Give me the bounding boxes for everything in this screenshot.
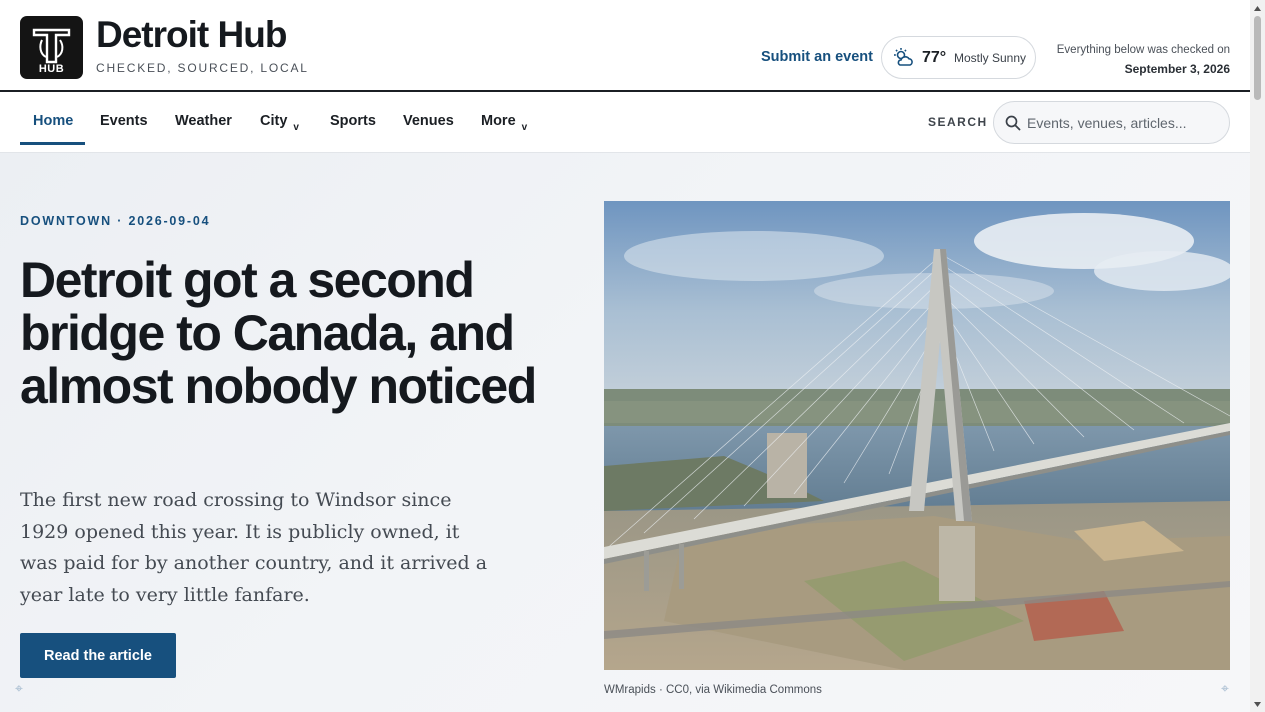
nav-item-label: Home <box>33 113 74 129</box>
hero-section: DOWNTOWN · 2026-09-04 Detroit got a seco… <box>0 153 1250 712</box>
logo-text: HUB <box>38 63 65 75</box>
image-credit: WMrapids · CC0, via Wikimedia Commons <box>604 684 822 696</box>
active-nav-indicator <box>20 142 85 145</box>
nav-item-label: Events <box>100 113 148 129</box>
verification-note: Everything below was checked on Septembe… <box>1057 41 1230 79</box>
weather-widget[interactable]: 77° Mostly Sunny <box>881 36 1036 79</box>
nav-item-weather[interactable]: Weather <box>175 113 232 129</box>
submit-event-link[interactable]: Submit an event <box>761 49 873 65</box>
nav-item-label: City <box>260 113 288 129</box>
nav-item-home[interactable]: Home <box>33 113 73 129</box>
scroll-up-arrow-icon[interactable] <box>1253 4 1262 13</box>
crosshair-decoration-icon: ⌖ <box>15 680 23 696</box>
verification-date: September 3, 2026 <box>1124 62 1230 76</box>
site-header: HUB Detroit Hub CHECKED, SOURCED, LOCAL … <box>0 0 1250 92</box>
partly-sunny-icon <box>894 48 913 66</box>
search-field[interactable] <box>993 101 1230 144</box>
site-logo[interactable]: HUB <box>20 16 83 79</box>
nav-item-sports[interactable]: Sports <box>330 113 376 129</box>
nav-item-label: More <box>481 113 516 129</box>
search-label: SEARCH <box>928 115 988 129</box>
search-icon <box>1005 115 1021 131</box>
crosshair-decoration-icon: ⌖ <box>1221 680 1229 696</box>
nav-item-label: Weather <box>175 113 232 129</box>
article-dek: The first new road crossing to Windsor s… <box>20 489 488 606</box>
article-kicker: DOWNTOWN · 2026-09-04 <box>20 214 211 228</box>
bridge-photo <box>604 201 1230 670</box>
weather-temperature: 77° <box>922 49 947 66</box>
verification-label: Everything below was checked on <box>1056 44 1230 56</box>
chevron-down-icon: v <box>293 122 299 133</box>
read-article-button[interactable]: Read the article <box>20 633 176 678</box>
nav-item-more[interactable]: More v <box>481 113 527 133</box>
nav-item-events[interactable]: Events <box>100 113 148 129</box>
search-input[interactable] <box>1027 113 1222 133</box>
nav-item-city[interactable]: City v <box>260 113 299 133</box>
weather-condition: Mostly Sunny <box>954 51 1027 65</box>
page-scrollbar[interactable] <box>1250 0 1265 712</box>
main-nav: Home Events Weather City v Sports Venues … <box>0 92 1250 153</box>
nav-item-venues[interactable]: Venues <box>403 113 454 129</box>
page: HUB Detroit Hub CHECKED, SOURCED, LOCAL … <box>0 0 1250 712</box>
article-headline[interactable]: Detroit got a second bridge to Canada, a… <box>20 254 540 413</box>
hero-image[interactable] <box>604 201 1230 670</box>
site-tagline: CHECKED, SOURCED, LOCAL <box>96 61 309 75</box>
scroll-down-arrow-icon[interactable] <box>1253 700 1262 709</box>
chevron-down-icon: v <box>521 122 528 133</box>
nav-item-label: Venues <box>403 113 454 129</box>
scrollbar-thumb[interactable] <box>1254 16 1261 100</box>
nav-item-label: Sports <box>330 113 376 129</box>
site-title[interactable]: Detroit Hub <box>96 14 287 56</box>
